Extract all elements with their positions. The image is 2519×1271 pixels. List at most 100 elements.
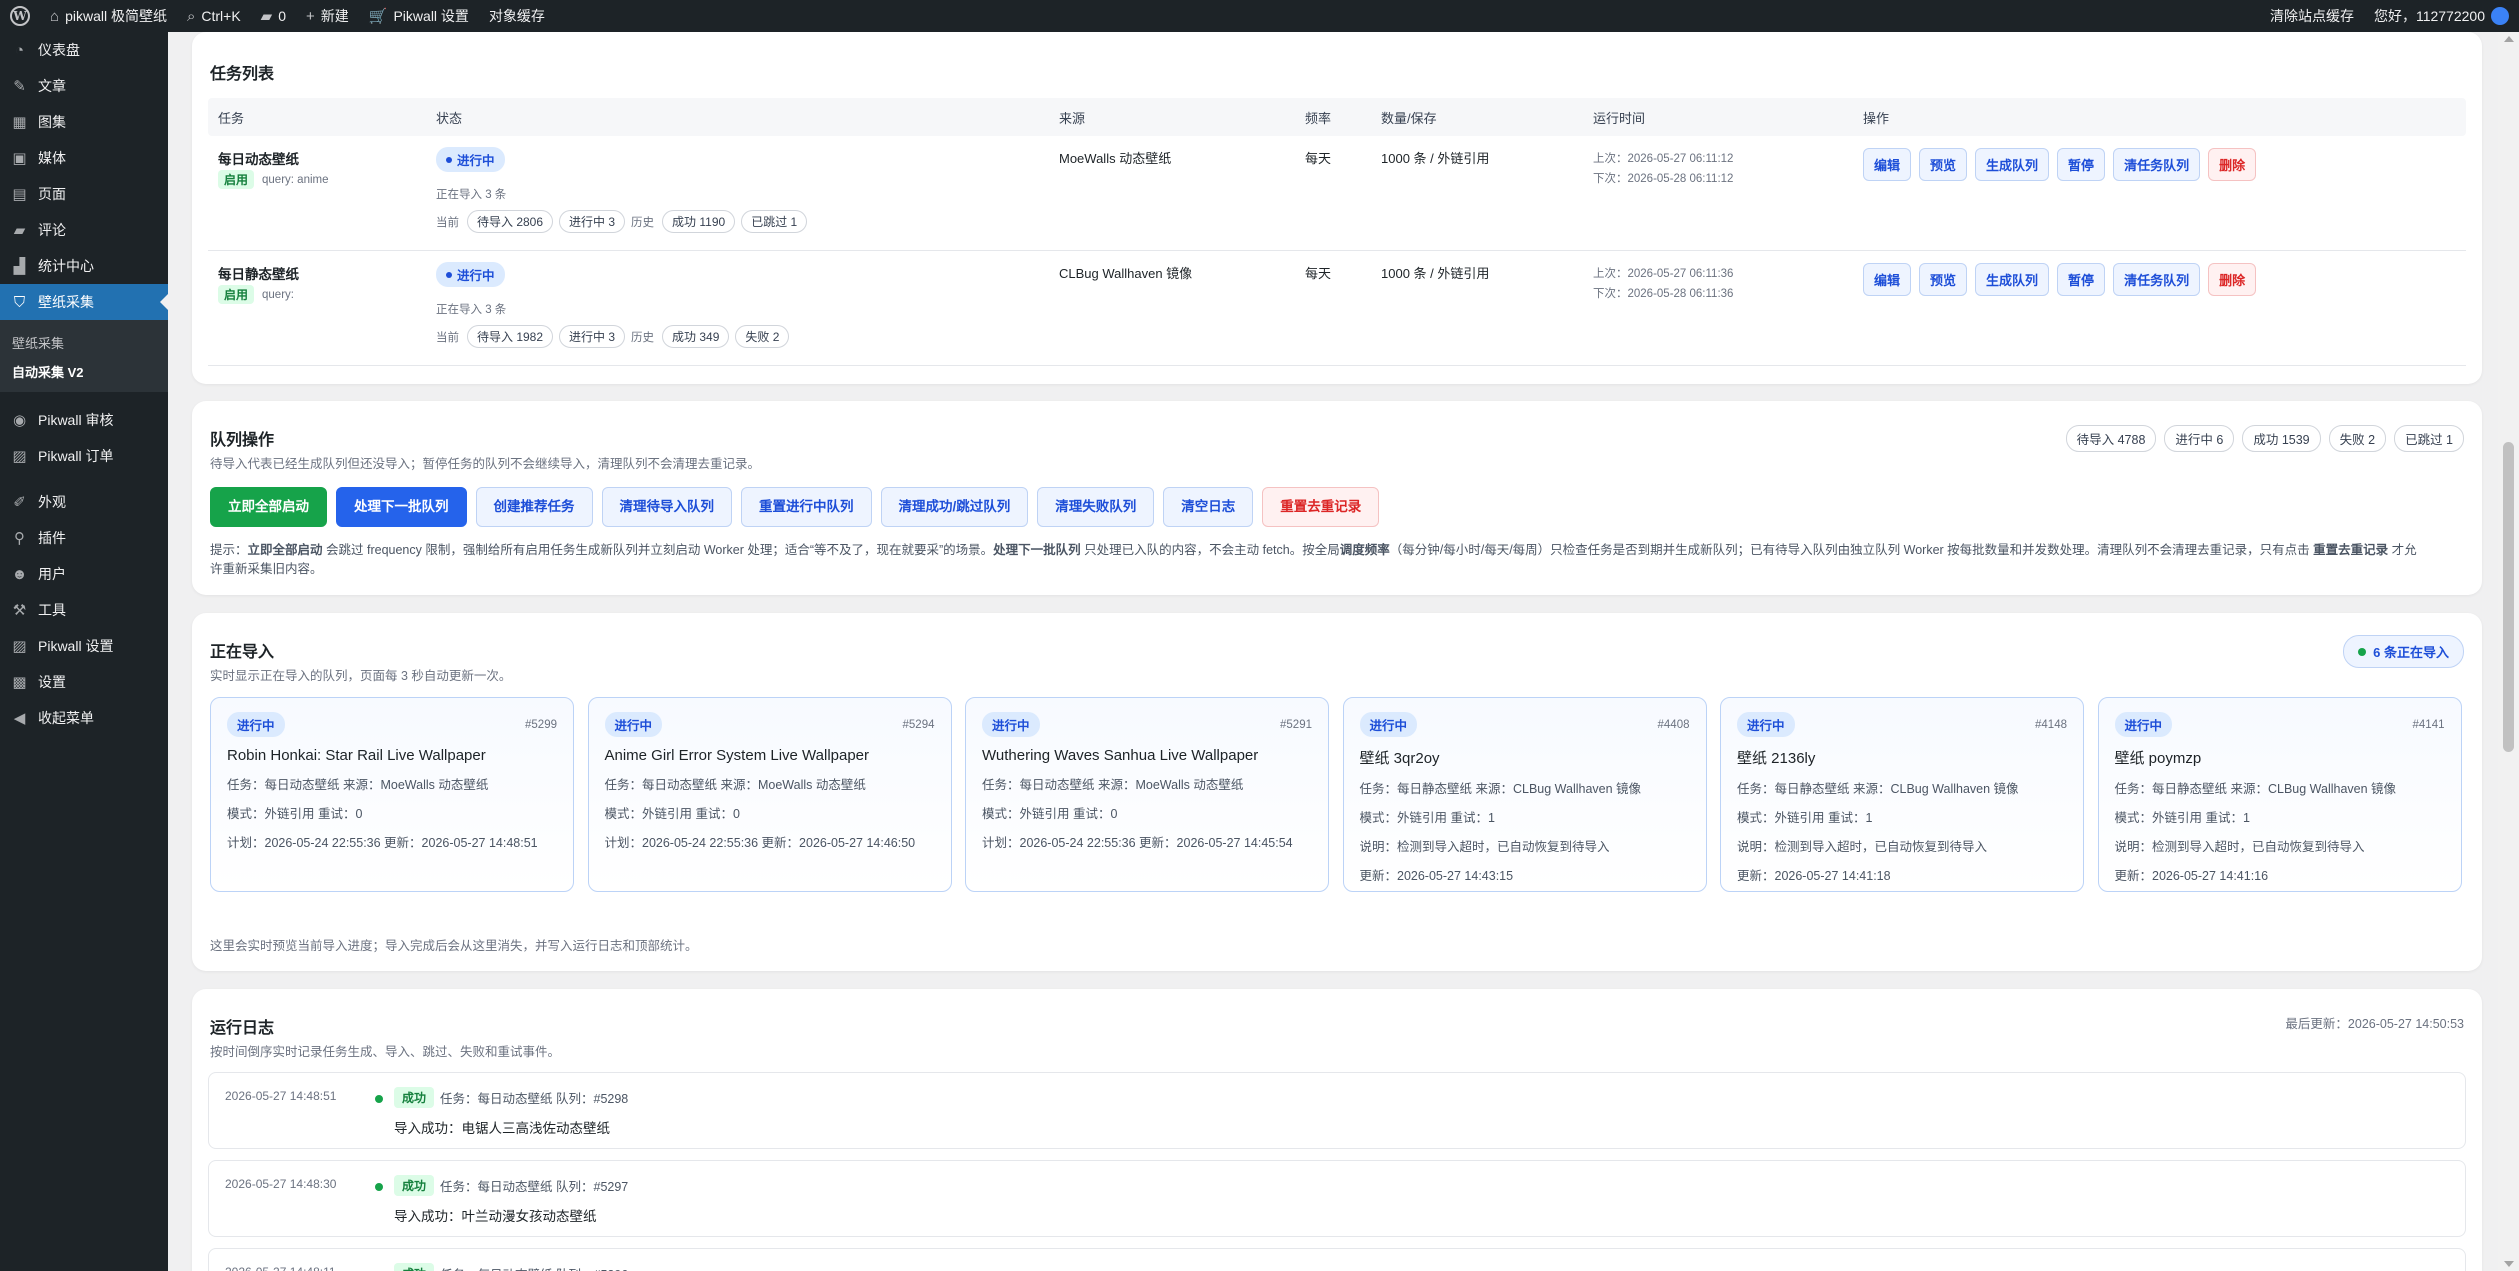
sidebar-item-cart[interactable]: ▨ Pikwall 订单 bbox=[0, 438, 168, 474]
edit-button[interactable]: 编辑 bbox=[1863, 263, 1912, 296]
import-card-header: 进行中 #5291 bbox=[982, 712, 1312, 737]
edit-button[interactable]: 编辑 bbox=[1863, 148, 1912, 181]
importing-subtitle: 实时显示正在导入的队列，页面每 3 秒自动更新一次。 bbox=[210, 669, 512, 683]
user-account-menu[interactable]: 您好，112772200 bbox=[2364, 0, 2519, 32]
plus-icon: + bbox=[306, 7, 315, 25]
reset-dedup-button[interactable]: 重置去重记录 bbox=[1262, 487, 1380, 527]
running-chip: 进行中 3 bbox=[559, 325, 626, 348]
import-item-mode: 模式：外链引用 重试：1 bbox=[2114, 811, 2250, 825]
status-badge: 进行中 bbox=[982, 712, 1040, 737]
create-recommended-task-button[interactable]: 创建推荐任务 bbox=[475, 487, 593, 527]
run-log-title: 运行日志 bbox=[210, 1020, 275, 1037]
sidebar-item-cart[interactable]: ▨ Pikwall 设置 bbox=[0, 628, 168, 664]
current-label: 当前 bbox=[436, 331, 459, 344]
log-time: 2026-05-27 14:48:30 bbox=[225, 1177, 337, 1191]
pause-button[interactable]: 暂停 bbox=[2057, 263, 2106, 296]
sidebar-item-gallery[interactable]: ▦ 图集 bbox=[0, 104, 168, 140]
skipped-chip: 失败 2 bbox=[735, 325, 790, 348]
import-item-title: Robin Honkai: Star Rail Live Wallpaper bbox=[227, 747, 486, 764]
sidebar-item-label: 壁纸采集 bbox=[38, 294, 94, 310]
comment-icon: ▰ bbox=[13, 222, 26, 239]
status-badge: 进行中 bbox=[604, 712, 663, 737]
preview-button[interactable]: 预览 bbox=[1919, 148, 1968, 181]
clear-pending-queue-button[interactable]: 清理待导入队列 bbox=[601, 487, 732, 527]
scrollbar-thumb[interactable] bbox=[2503, 442, 2514, 752]
scroll-down-icon[interactable] bbox=[2504, 1261, 2514, 1267]
log-meta: 成功任务：每日动态壁纸 队列：#5296 bbox=[394, 1263, 628, 1271]
avatar bbox=[2491, 7, 2509, 25]
import-item-title: 壁纸 3qr2oy bbox=[1359, 750, 1440, 767]
new-content-menu[interactable]: + 新建 bbox=[296, 0, 359, 32]
pikwall-settings-link[interactable]: 🛒 Pikwall 设置 bbox=[359, 0, 479, 32]
header-quantity: 数量/保存 bbox=[1381, 110, 1437, 126]
sidebar-item-page[interactable]: ▤ 页面 bbox=[0, 176, 168, 212]
skipped-chip: 已跳过 1 bbox=[741, 210, 808, 233]
sidebar-item-pin[interactable]: ✎ 文章 bbox=[0, 68, 168, 104]
log-status-badge: 成功 bbox=[394, 1175, 435, 1196]
import-card-header: 进行中 #4408 bbox=[1359, 712, 1690, 737]
sidebar-item-collect[interactable]: ⛉ 壁纸采集 bbox=[0, 284, 168, 320]
task-query: query: anime bbox=[262, 173, 329, 186]
object-cache-link[interactable]: 对象缓存 bbox=[479, 0, 555, 32]
sidebar-item-collapse[interactable]: ◀ 收起菜单 bbox=[0, 700, 168, 736]
delete-button[interactable]: 删除 bbox=[2208, 263, 2257, 296]
clear-task-queue-button[interactable]: 清任务队列 bbox=[2113, 263, 2201, 296]
queue-stat-chip: 待导入 4788 bbox=[2065, 425, 2157, 452]
success-dot-icon bbox=[375, 1095, 383, 1103]
sidebar-item-comment[interactable]: ▰ 评论 bbox=[0, 212, 168, 248]
queue-stat-chip: 进行中 6 bbox=[2164, 425, 2235, 452]
reset-running-queue-button[interactable]: 重置进行中队列 bbox=[741, 487, 872, 527]
sidebar-item-settings[interactable]: ▩ 设置 bbox=[0, 664, 168, 700]
preview-button[interactable]: 预览 bbox=[1919, 263, 1968, 296]
generate-queue-button[interactable]: 生成队列 bbox=[1975, 148, 2050, 181]
sidebar-item-media[interactable]: ▣ 媒体 bbox=[0, 140, 168, 176]
import-item-title: 壁纸 2136ly bbox=[1737, 750, 1816, 767]
comments-link[interactable]: ▰ 0 bbox=[251, 0, 296, 32]
sidebar-item-eye[interactable]: ◉ Pikwall 审核 bbox=[0, 402, 168, 438]
import-card-header: 进行中 #4141 bbox=[2114, 712, 2445, 737]
importing-title: 正在导入 bbox=[210, 644, 275, 661]
sidebar-item-chart[interactable]: ▟ 统计中心 bbox=[0, 248, 168, 284]
generate-queue-button[interactable]: 生成队列 bbox=[1975, 263, 2050, 296]
task-quantity: 1000 条 / 外链引用 bbox=[1381, 151, 1490, 166]
clear-log-button[interactable]: 清空日志 bbox=[1163, 487, 1254, 527]
header-frequency: 频率 bbox=[1305, 110, 1332, 126]
site-name-link[interactable]: ⌂ pikwall 极简壁纸 bbox=[40, 0, 177, 32]
clear-cache-link[interactable]: 清除站点缓存 bbox=[2260, 0, 2364, 32]
search-icon: ⌕ bbox=[186, 7, 196, 25]
page-scrollbar[interactable] bbox=[2498, 32, 2519, 1271]
start-all-button[interactable]: 立即全部启动 bbox=[210, 487, 327, 527]
scroll-up-icon[interactable] bbox=[2504, 36, 2514, 42]
search-shortcut[interactable]: ⌕ Ctrl+K bbox=[177, 0, 251, 32]
wp-logo-menu[interactable]: W bbox=[0, 0, 40, 32]
sidebar-item-user[interactable]: ☻ 用户 bbox=[0, 556, 168, 592]
last-run: 上次：2026-05-27 06:11:36 bbox=[1593, 268, 1734, 280]
current-label: 当前 bbox=[436, 216, 459, 229]
status-badge: 进行中 bbox=[1737, 712, 1795, 737]
sidebar-item-tools[interactable]: ⚒ 工具 bbox=[0, 592, 168, 628]
submenu-item-collect[interactable]: 壁纸采集 bbox=[0, 328, 168, 357]
importing-count: 正在导入 3 条 bbox=[436, 304, 507, 316]
clear-failed-queue-button[interactable]: 清理失败队列 bbox=[1037, 487, 1155, 527]
history-label: 历史 bbox=[631, 331, 655, 344]
cart-icon: ▨ bbox=[12, 638, 27, 655]
task-table-header: 任务 状态 来源 频率 数量/保存 运行时间 操作 bbox=[208, 98, 2466, 136]
import-item-task-source: 任务：每日静态壁纸 来源：CLBug Wallhaven 镜像 bbox=[1737, 782, 2019, 796]
clear-task-queue-button[interactable]: 清任务队列 bbox=[2113, 148, 2201, 181]
sidebar-item-dashboard[interactable]: ◔ 仪表盘 bbox=[0, 32, 168, 68]
delete-button[interactable]: 删除 bbox=[2208, 148, 2257, 181]
pause-button[interactable]: 暂停 bbox=[2057, 148, 2106, 181]
log-time: 2026-05-27 14:48:51 bbox=[225, 1089, 337, 1103]
task-counters: 当前 待导入 1982 进行中 3 历史 成功 349 失败 2 bbox=[436, 325, 795, 348]
sidebar-item-appearance[interactable]: ✐ 外观 bbox=[0, 484, 168, 520]
process-next-batch-button[interactable]: 处理下一批队列 bbox=[336, 487, 467, 527]
clear-success-skip-queue-button[interactable]: 清理成功/跳过队列 bbox=[880, 487, 1029, 527]
submenu-item-auto-collect-v2[interactable]: 自动采集 V2 bbox=[0, 357, 168, 386]
run-log-card: 运行日志 按时间倒序实时记录任务生成、导入、跳过、失败和重试事件。 最后更新：2… bbox=[192, 989, 2482, 1271]
main-content: 任务列表 任务 状态 来源 频率 数量/保存 运行时间 操作 每日动态壁纸 启用 q… bbox=[168, 32, 2498, 1271]
log-entry: 2026-05-27 14:48:30 成功 任务：每日动态壁纸 队列：#5297 导… bbox=[208, 1160, 2466, 1237]
import-item-title: Wuthering Waves Sanhua Live Wallpaper bbox=[982, 747, 1259, 764]
log-status-badge: 成功 bbox=[394, 1263, 435, 1271]
status-badge: 进行中 bbox=[2114, 712, 2173, 737]
sidebar-item-plugin[interactable]: ⚲ 插件 bbox=[0, 520, 168, 556]
